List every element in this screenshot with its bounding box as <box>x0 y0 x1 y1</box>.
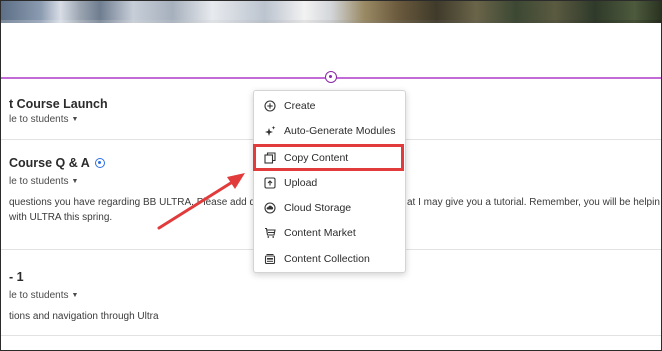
content-description: questions you have regarding BB ULTRA. P… <box>9 197 261 208</box>
sparkle-icon <box>263 124 277 138</box>
menu-item-label: Cloud Storage <box>284 202 352 214</box>
content-description-continued: at I may give you a tutorial. Remember, … <box>407 197 660 208</box>
content-item-title[interactable]: - 1 <box>9 270 24 284</box>
menu-item-label: Auto-Generate Modules <box>284 125 396 137</box>
content-description: tions and navigation through Ultra <box>9 311 159 322</box>
menu-item-upload[interactable]: Upload <box>254 173 405 193</box>
menu-item-create[interactable]: Create <box>254 96 405 116</box>
visibility-label: le to students <box>9 114 69 125</box>
menu-item-auto-generate-modules[interactable]: Auto-Generate Modules <box>254 121 405 141</box>
visibility-label: le to students <box>9 290 69 301</box>
visibility-dropdown[interactable]: le to students ▼ <box>9 114 78 125</box>
menu-item-label: Upload <box>284 177 318 189</box>
caret-down-icon: ▼ <box>71 178 79 185</box>
copy-icon <box>263 151 277 165</box>
menu-item-content-market[interactable]: Content Market <box>254 223 405 243</box>
visibility-dropdown[interactable]: le to students ▼ <box>9 290 78 301</box>
add-content-menu: Create Auto-Generate Modules Copy Conten… <box>253 90 406 273</box>
menu-item-label: Create <box>284 100 316 112</box>
content-divider <box>1 335 661 336</box>
menu-item-label: Copy Content <box>284 152 349 164</box>
add-content-button[interactable] <box>325 71 337 83</box>
menu-item-copy-content[interactable]: Copy Content <box>254 148 405 168</box>
upload-icon <box>263 176 277 190</box>
menu-item-content-collection[interactable]: Content Collection <box>254 249 405 269</box>
cloud-icon <box>263 201 277 215</box>
visibility-label: le to students <box>9 176 69 187</box>
caret-down-icon: ▼ <box>71 116 79 123</box>
content-item-title[interactable]: t Course Launch <box>9 97 108 111</box>
collection-icon <box>263 252 277 266</box>
content-item-title[interactable]: Course Q & A <box>9 156 105 170</box>
market-icon <box>263 226 277 240</box>
content-item-title-text: Course Q & A <box>9 156 90 170</box>
course-banner-image <box>1 1 661 23</box>
visibility-dropdown[interactable]: le to students ▼ <box>9 176 78 187</box>
menu-item-label: Content Market <box>284 227 356 239</box>
menu-item-cloud-storage[interactable]: Cloud Storage <box>254 198 405 218</box>
content-description-line2: with ULTRA this spring. <box>9 212 113 223</box>
ultra-status-icon <box>94 158 105 168</box>
plus-circle-icon <box>263 99 277 113</box>
menu-item-label: Content Collection <box>284 253 370 265</box>
caret-down-icon: ▼ <box>71 292 79 299</box>
course-page: t Course Launch le to students ▼ Course Q… <box>0 0 662 351</box>
